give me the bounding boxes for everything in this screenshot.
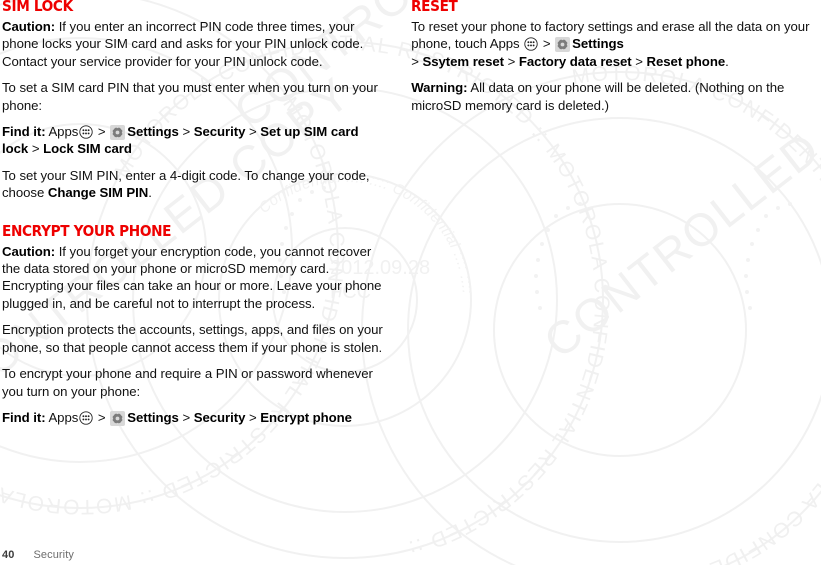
find-it-label: Find it: (2, 124, 46, 140)
heading-reset: RESET (411, 0, 458, 15)
heading-encrypt-your-phone: ENCRYPT YOUR PHONE (2, 221, 172, 240)
reset-period: . (725, 53, 729, 69)
security-label-2: Security (193, 409, 246, 425)
footer-chapter-name: Security (33, 549, 74, 561)
page-footer: 40 Security (2, 549, 74, 561)
separator-7: > (249, 409, 257, 425)
warning-body: All data on your phone will be deleted. … (411, 80, 785, 113)
separator-9: > (411, 53, 419, 69)
manual-page: MOTOROLA CONFIDENTIAL RESTRICTED :: MOTO… (0, 0, 821, 565)
separator-4: > (31, 141, 40, 157)
sim-lock-closing-paragraph: To set your SIM PIN, enter a 4-digit cod… (2, 167, 385, 202)
separator-3: > (249, 124, 257, 140)
caution-label-2: Caution: (2, 243, 56, 259)
gear-icon (555, 37, 571, 53)
apps-grid-icon (79, 411, 93, 425)
separator-6: > (182, 409, 191, 425)
security-label: Security (193, 124, 246, 140)
footer-page-number: 40 (2, 549, 15, 561)
caution-body: If you enter an incorrect PIN code three… (2, 19, 364, 69)
reset-phone-label: Reset phone (646, 53, 726, 69)
change-sim-pin-label: Change SIM PIN (47, 185, 149, 201)
separator-5: > (97, 409, 106, 425)
separator-1: > (97, 124, 106, 140)
right-column: RESET To reset your phone to factory set… (393, 0, 821, 533)
find-it-apps-label: Apps (48, 124, 79, 140)
system-reset-label: Ssytem reset (422, 53, 504, 69)
encrypt-paragraph-3: To encrypt your phone and require a PIN … (2, 366, 373, 399)
reset-intro-paragraph: To reset your phone to factory settings … (411, 18, 815, 70)
page-columns: SIM LOCK Caution: If you enter an incorr… (0, 0, 821, 533)
settings-label-2: Settings (127, 409, 179, 425)
separator-8: > (542, 36, 551, 52)
encrypt-caution-paragraph: Caution: If you forget your encryption c… (2, 243, 385, 313)
settings-label-3: Settings (572, 36, 624, 52)
find-it-label-2: Find it: (2, 409, 46, 425)
apps-grid-icon (79, 125, 93, 139)
closing-post-text: . (148, 185, 152, 201)
gear-icon (110, 125, 126, 141)
sim-lock-find-it-paragraph: Find it: Apps > Settings > Security > Se… (2, 123, 385, 158)
encrypt-paragraph-2: Encryption protects the accounts, settin… (2, 322, 383, 355)
caution-body-2: If you forget your encryption code, you … (2, 243, 382, 311)
gear-icon (110, 410, 126, 426)
caution-label: Caution: (2, 19, 56, 34)
encrypt-find-it-paragraph: Find it: Apps > Settings > Security > En… (2, 409, 385, 426)
sim-lock-caution-paragraph: Caution: If you enter an incorrect PIN c… (2, 18, 385, 70)
heading-sim-lock: SIM LOCK (2, 0, 73, 15)
separator-11: > (635, 53, 643, 69)
settings-label: Settings (127, 124, 179, 140)
lock-sim-card-label: Lock SIM card (43, 141, 132, 157)
encrypt-phone-label: Encrypt phone (260, 409, 352, 425)
apps-grid-icon (524, 37, 538, 52)
reset-warning-paragraph: Warning: All data on your phone will be … (411, 79, 815, 114)
find-it-apps-label-2: Apps (48, 409, 79, 425)
sim-lock-intro-paragraph: To set a SIM card PIN that you must ente… (2, 80, 378, 113)
factory-data-reset-label: Factory data reset (518, 53, 632, 69)
separator-10: > (507, 53, 516, 69)
separator-2: > (182, 124, 191, 140)
warning-label: Warning: (411, 80, 468, 96)
left-column: SIM LOCK Caution: If you enter an incorr… (0, 0, 393, 533)
